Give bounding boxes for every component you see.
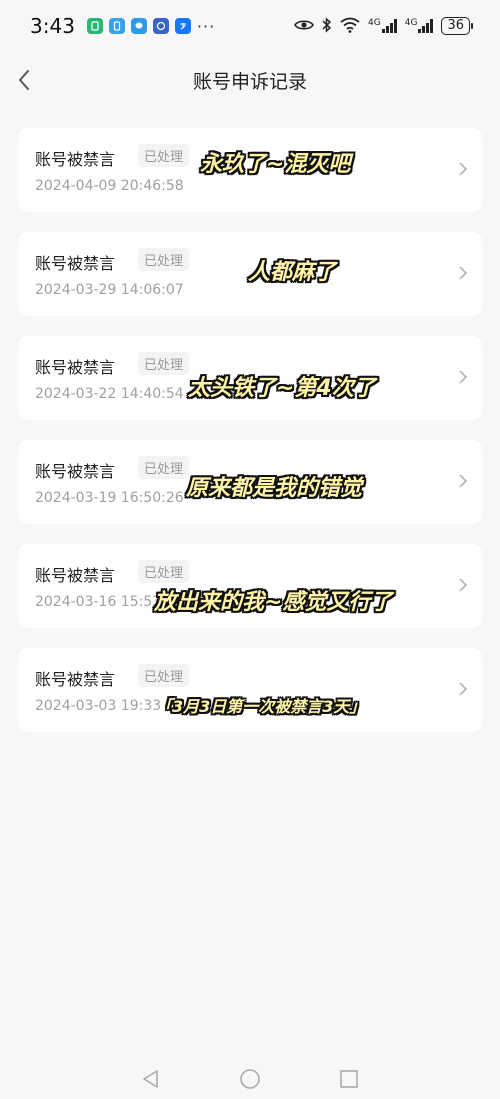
nav-home-button[interactable] <box>239 1068 261 1094</box>
circle-home-icon <box>240 1068 260 1089</box>
more-notifications-icon: ··· <box>196 16 216 36</box>
page-header: 账号申诉记录 <box>0 52 500 108</box>
chat-app-icon <box>130 18 147 34</box>
caption-overlay: 原来都是我的错觉 <box>186 476 363 501</box>
status-time: 3:43 <box>30 14 75 38</box>
status-right: 4G 4G 36 <box>294 16 473 36</box>
chevron-right-icon <box>459 474 468 488</box>
record-time: 2024-03-22 14:40:54 <box>35 386 184 402</box>
bluetooth-icon <box>322 16 332 36</box>
caption-overlay: 放出来的我~感觉又行了 <box>154 590 393 615</box>
network-type-label: 4G <box>404 18 418 28</box>
wifi-icon <box>340 17 360 36</box>
app-notification-icon <box>86 18 103 34</box>
signal-icon <box>418 19 434 33</box>
battery-indicator: 36 <box>441 17 473 35</box>
status-badge: 已处理 <box>138 352 190 375</box>
status-badge: 已处理 <box>138 248 190 271</box>
compass-app-icon <box>152 18 169 34</box>
record-title: 账号被禁言 <box>35 358 116 377</box>
page-title: 账号申诉记录 <box>192 70 307 93</box>
back-button[interactable] <box>12 66 36 94</box>
square-recents-icon <box>340 1069 358 1088</box>
triangle-back-icon <box>143 1069 158 1088</box>
back-arrow-icon <box>19 70 29 90</box>
caption-overlay: 「3月3日第一次被禁言3天」 <box>156 697 366 716</box>
chevron-right-icon <box>459 162 468 176</box>
network-type-label: 4G <box>368 18 381 28</box>
record-time: 2024-04-09 20:46:58 <box>35 178 184 194</box>
record-title: 账号被禁言 <box>35 670 116 689</box>
status-badge: 已处理 <box>138 560 190 583</box>
system-nav-bar <box>0 1062 500 1099</box>
status-badge: 已处理 <box>138 456 190 479</box>
caption-overlay: 永玖了~混灭吧 <box>200 152 351 177</box>
chevron-right-icon <box>459 682 468 696</box>
record-time: 2024-03-19 16:50:26 <box>35 490 184 506</box>
nav-recents-button[interactable] <box>339 1069 359 1093</box>
record-time: 2024-03-03 19:33 <box>35 698 162 714</box>
record-title: 账号被禁言 <box>35 254 116 273</box>
record-title: 账号被禁言 <box>35 462 116 481</box>
status-badge: 已处理 <box>138 664 190 687</box>
caption-overlay: 太头铁了~第4次了 <box>188 376 376 401</box>
status-left: 3:43 ··· <box>30 14 215 38</box>
cellular-signal-2: 4G <box>405 19 434 33</box>
cellular-signal-1: 4G <box>368 19 397 33</box>
status-bar: 3:43 ··· 4G 4G 36 <box>0 0 500 52</box>
record-title: 账号被禁言 <box>35 150 116 169</box>
chevron-right-icon <box>459 266 468 280</box>
appeal-record-item[interactable]: 账号被禁言 已处理 2024-03-03 19:33 <box>18 648 482 732</box>
alipay-icon <box>174 18 191 34</box>
chevron-right-icon <box>459 578 468 592</box>
app-notification-icon <box>108 18 125 34</box>
nav-back-button[interactable] <box>141 1069 161 1093</box>
status-badge: 已处理 <box>138 144 190 167</box>
signal-icon <box>381 19 397 33</box>
record-title: 账号被禁言 <box>35 566 116 585</box>
record-time: 2024-03-29 14:06:07 <box>35 282 184 298</box>
record-time: 2024-03-16 15:53 <box>35 594 162 610</box>
chevron-right-icon <box>459 370 468 384</box>
caption-overlay: 人都麻了 <box>248 260 337 285</box>
eye-icon <box>294 18 314 35</box>
